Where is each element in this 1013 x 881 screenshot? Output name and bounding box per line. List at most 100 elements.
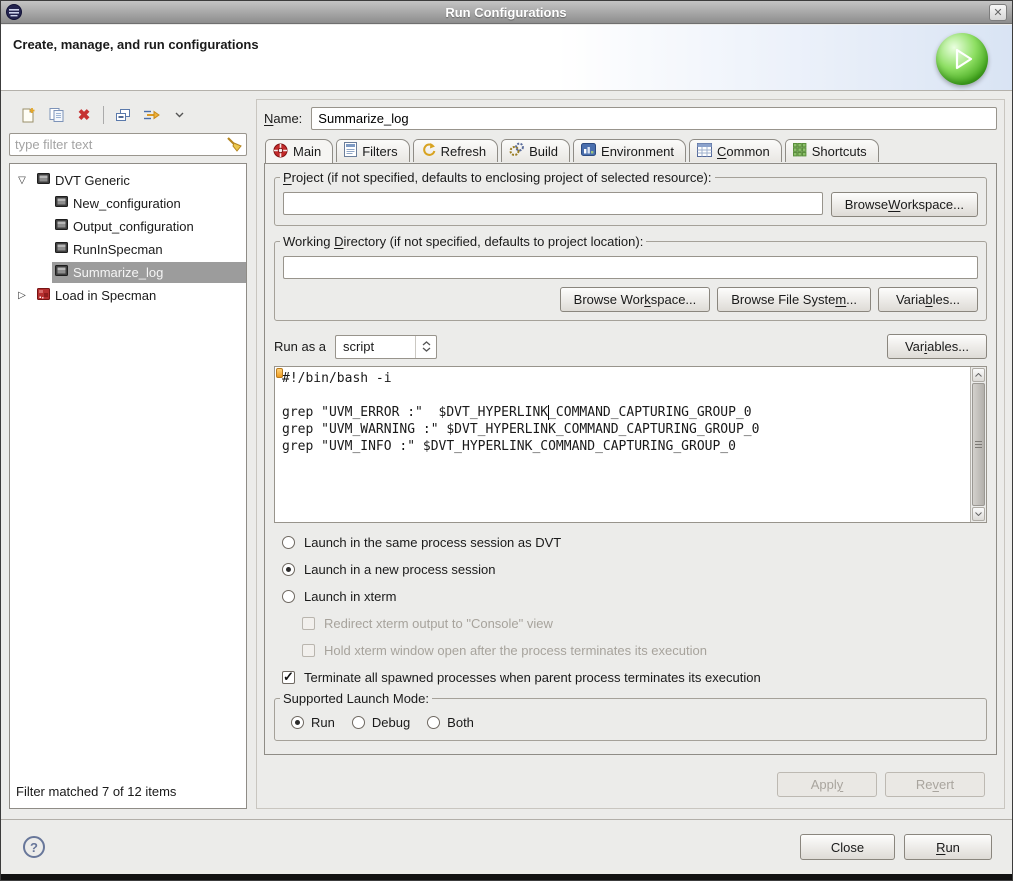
apply-button: Apply xyxy=(777,772,877,797)
window-bottom-edge xyxy=(1,874,1012,880)
annotation-marker-icon xyxy=(276,368,283,378)
tab-label: Refresh xyxy=(441,144,487,159)
tree-item-runinspecman[interactable]: RunInSpecman xyxy=(10,238,246,261)
scroll-up-icon[interactable] xyxy=(972,368,985,382)
tab-filters[interactable]: Filters xyxy=(336,139,409,162)
option-label: Launch in a new process session xyxy=(304,562,496,577)
view-menu-icon[interactable] xyxy=(170,106,188,124)
radio-checked-icon[interactable] xyxy=(291,716,304,729)
tree-item-output-configuration[interactable]: Output_configuration xyxy=(10,215,246,238)
collapse-arrow-icon[interactable]: ▽ xyxy=(10,175,34,186)
configurations-sidebar: ✖ ▽ xyxy=(9,99,247,809)
radio-icon[interactable] xyxy=(427,716,440,729)
configuration-type-icon xyxy=(37,173,50,188)
new-configuration-icon[interactable] xyxy=(19,106,37,124)
close-button[interactable]: Close xyxy=(800,834,895,860)
run-configurations-dialog: Run Configurations ✕ Create, manage, and… xyxy=(0,0,1013,881)
tree-item-dvt-generic[interactable]: ▽ DVT Generic xyxy=(10,169,246,192)
revert-button: Revert xyxy=(885,772,985,797)
clear-filter-icon[interactable] xyxy=(226,136,243,156)
script-scrollbar[interactable] xyxy=(970,367,986,522)
run-button[interactable]: Run xyxy=(904,834,992,860)
main-tab-content: Project (if not specified, defaults to e… xyxy=(264,163,997,755)
option-launch-in-xterm[interactable]: Launch in xterm xyxy=(274,583,987,610)
selected-tree-item[interactable]: Summarize_log xyxy=(52,262,246,283)
mode-label: Run xyxy=(311,715,335,730)
tree-item-label: DVT Generic xyxy=(55,173,130,188)
radio-icon[interactable] xyxy=(282,590,295,603)
tab-shortcuts[interactable]: Shortcuts xyxy=(785,139,879,162)
filter-match-status: Filter matched 7 of 12 items xyxy=(10,775,246,808)
tree-item-label: Summarize_log xyxy=(73,265,163,280)
scrollbar-thumb[interactable] xyxy=(972,383,985,506)
project-browse-workspace-button[interactable]: Browse Workspace... xyxy=(831,192,978,217)
collapse-all-icon[interactable] xyxy=(114,106,132,124)
option-terminate-spawned-processes[interactable]: Terminate all spawned processes when par… xyxy=(274,664,987,691)
mode-label: Both xyxy=(447,715,474,730)
launch-mode-group-label: Supported Launch Mode: xyxy=(280,691,432,706)
filters-tab-icon xyxy=(344,142,357,160)
mode-debug[interactable]: Debug xyxy=(352,715,410,730)
wd-browse-workspace-button[interactable]: Browse Workspace... xyxy=(560,287,711,312)
radio-icon[interactable] xyxy=(352,716,365,729)
sidebar-toolbar: ✖ xyxy=(9,99,247,129)
filter-configurations-icon[interactable] xyxy=(142,106,160,124)
tree-item-summarize-log[interactable]: Summarize_log xyxy=(10,261,246,284)
option-label: Terminate all spawned processes when par… xyxy=(304,670,761,685)
tab-main[interactable]: Main xyxy=(265,139,333,163)
wd-browse-filesystem-button[interactable]: Browse File System... xyxy=(717,287,871,312)
apply-revert-row: Apply Revert xyxy=(264,772,997,797)
refresh-tab-icon xyxy=(421,142,436,160)
tree-item-new-configuration[interactable]: New_configuration xyxy=(10,192,246,215)
option-label: Redirect xterm output to "Console" view xyxy=(324,616,553,631)
name-input[interactable] xyxy=(311,107,997,130)
tab-build[interactable]: Build xyxy=(501,139,570,162)
tree-item-label: Load in Specman xyxy=(55,288,156,303)
option-hold-xterm-open: Hold xterm window open after the process… xyxy=(274,637,987,664)
wd-variables-button[interactable]: Variables... xyxy=(878,287,978,312)
duplicate-configuration-icon[interactable] xyxy=(47,106,65,124)
script-variables-button[interactable]: Variables... xyxy=(887,334,987,359)
working-directory-input[interactable] xyxy=(283,256,978,279)
tree-item-label: Output_configuration xyxy=(73,219,194,234)
tab-refresh[interactable]: Refresh xyxy=(413,139,499,162)
title-bar[interactable]: Run Configurations ✕ xyxy=(1,1,1012,24)
option-label: Hold xterm window open after the process… xyxy=(324,643,707,658)
filter-input[interactable] xyxy=(9,133,247,156)
close-icon[interactable]: ✕ xyxy=(989,4,1007,21)
checkbox-checked-icon[interactable] xyxy=(282,671,295,684)
tree-item-load-in-specman[interactable]: ▷ Load in Specman xyxy=(10,284,246,307)
checkbox-icon xyxy=(302,644,315,657)
build-tab-icon xyxy=(509,142,524,160)
radio-checked-icon[interactable] xyxy=(282,563,295,576)
mode-run[interactable]: Run xyxy=(291,715,335,730)
project-group-label: Project (if not specified, defaults to e… xyxy=(280,170,715,185)
tab-environment[interactable]: Environment xyxy=(573,139,686,162)
script-text-area[interactable]: #!/bin/bash -i grep "UVM_ERROR :" $DVT_H… xyxy=(275,367,970,522)
radio-icon[interactable] xyxy=(282,536,295,549)
option-label: Launch in xterm xyxy=(304,589,397,604)
option-new-process-session[interactable]: Launch in a new process session xyxy=(274,556,987,583)
run-as-combo[interactable]: script xyxy=(335,335,437,359)
combo-spinner-icon[interactable] xyxy=(415,336,436,358)
option-same-process-session[interactable]: Launch in the same process session as DV… xyxy=(274,529,987,556)
main-tab-icon xyxy=(273,143,288,161)
text-caret xyxy=(548,405,549,420)
dialog-header: Create, manage, and run configurations xyxy=(1,25,1012,91)
mode-both[interactable]: Both xyxy=(427,715,474,730)
mode-label: Debug xyxy=(372,715,410,730)
project-input[interactable] xyxy=(283,192,823,215)
scroll-down-icon[interactable] xyxy=(972,507,985,521)
configuration-icon xyxy=(55,219,68,234)
expand-arrow-icon[interactable]: ▷ xyxy=(10,290,34,301)
tab-bar: Main Filters Refresh Build Environment xyxy=(264,139,997,163)
delete-configuration-icon[interactable]: ✖ xyxy=(75,106,93,124)
configuration-icon xyxy=(55,265,68,280)
run-as-value: script xyxy=(343,339,374,354)
configurations-tree: ▽ DVT Generic New_configuration xyxy=(9,163,247,809)
help-icon[interactable]: ? xyxy=(23,836,45,858)
tab-common[interactable]: Common xyxy=(689,139,782,162)
tree-item-label: RunInSpecman xyxy=(73,242,163,257)
working-directory-group-label: Working Directory (if not specified, def… xyxy=(280,234,646,249)
name-row: Name: xyxy=(264,106,997,130)
